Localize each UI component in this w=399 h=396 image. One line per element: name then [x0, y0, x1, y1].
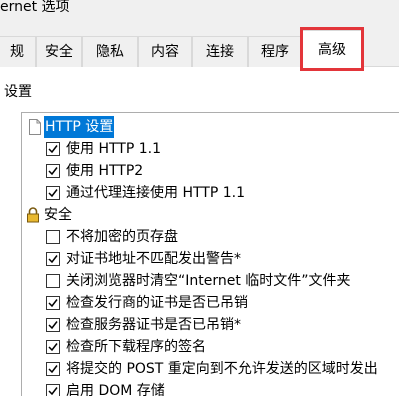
checkbox[interactable] — [46, 318, 60, 332]
check-icon — [48, 189, 58, 198]
setting-label: 不将加密的页存盘 — [66, 229, 178, 245]
settings-tree[interactable]: HTTP 设置 使用 HTTP 1.1 使用 HTTP2 通过代理连接使用 HT… — [21, 112, 399, 396]
tab-general[interactable]: 规 — [0, 36, 36, 67]
setting-label: 使用 HTTP2 — [66, 163, 144, 179]
checkbox[interactable] — [46, 164, 60, 178]
check-icon — [48, 343, 58, 352]
check-icon — [48, 321, 58, 330]
checkbox[interactable] — [46, 340, 60, 354]
tab-connections[interactable]: 连接 — [192, 36, 248, 67]
tab-content[interactable]: 内容 — [138, 36, 192, 67]
checkbox[interactable] — [46, 384, 60, 396]
page-icon — [29, 119, 41, 135]
setting-label: 使用 HTTP 1.1 — [66, 141, 161, 157]
category-label: HTTP 设置 — [44, 116, 115, 138]
lock-icon — [27, 207, 39, 223]
tab-programs[interactable]: 程序 — [248, 36, 302, 67]
check-icon — [48, 387, 58, 396]
setting-label: 关闭浏览器时清空“Internet 临时文件”文件夹 — [66, 273, 351, 289]
category-label: 安全 — [44, 207, 72, 223]
check-icon — [48, 299, 58, 308]
check-icon — [48, 255, 58, 264]
check-icon — [48, 167, 58, 176]
checkbox[interactable] — [46, 274, 60, 288]
setting-label: 通过代理连接使用 HTTP 1.1 — [66, 185, 245, 201]
setting-label: 检查所下载程序的签名 — [66, 339, 206, 355]
setting-label: 将提交的 POST 重定向到不允许发送的区域时发出 — [66, 361, 378, 377]
checkbox[interactable] — [46, 296, 60, 310]
window-title: ernet 选项 — [0, 0, 70, 15]
checkbox[interactable] — [46, 362, 60, 376]
setting-label: 启用 DOM 存储 — [66, 383, 165, 396]
tab-security[interactable]: 安全 — [36, 36, 82, 67]
tab-privacy[interactable]: 隐私 — [82, 36, 138, 67]
setting-label: 对证书地址不匹配发出警告* — [66, 251, 241, 267]
check-icon — [48, 145, 58, 154]
settings-group-label: 设置 — [4, 84, 32, 100]
checkbox[interactable] — [46, 252, 60, 266]
internet-options-dialog: ernet 选项 规 安全 隐私 内容 连接 程序 高级 设置 HTTP 设置 … — [0, 0, 399, 396]
checkbox[interactable] — [46, 142, 60, 156]
checkbox[interactable] — [46, 230, 60, 244]
check-icon — [48, 365, 58, 374]
tab-advanced[interactable]: 高级 — [302, 30, 362, 67]
checkbox[interactable] — [46, 186, 60, 200]
setting-label: 检查服务器证书是否已吊销* — [66, 317, 241, 333]
setting-label: 检查发行商的证书是否已吊销 — [66, 295, 248, 311]
